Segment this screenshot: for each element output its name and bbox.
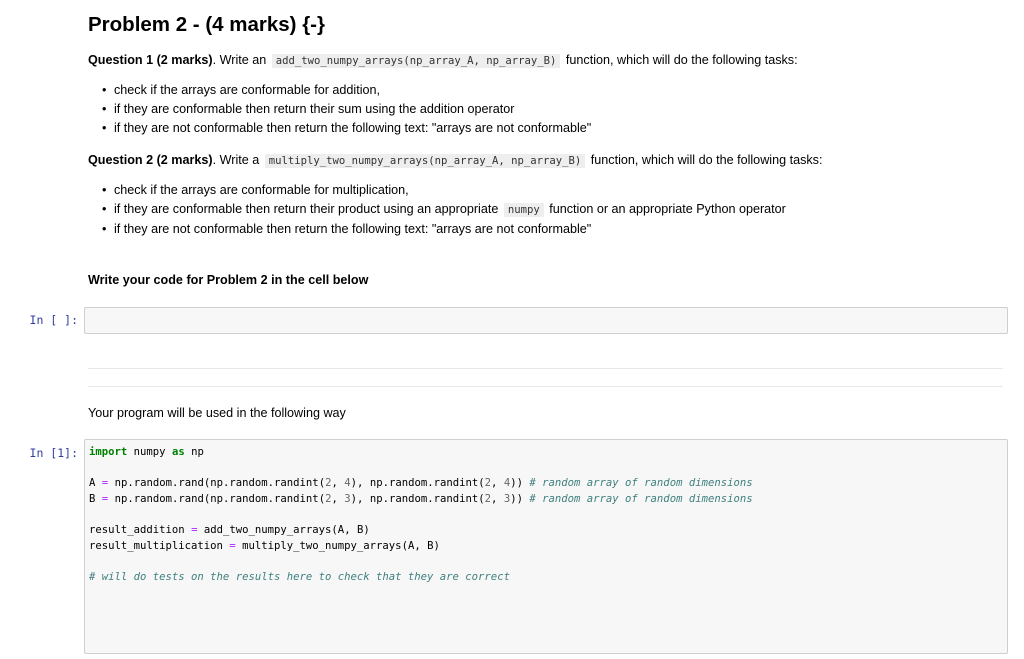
- list-item: check if the arrays are conformable for …: [102, 181, 786, 200]
- list-item-text-before: if they are conformable then return thei…: [114, 202, 499, 216]
- divider: [88, 368, 1003, 369]
- write-code-heading: Write your code for Problem 2 in the cel…: [88, 273, 369, 287]
- code-operator: =: [229, 539, 236, 552]
- code-line: B = np.random.rand(np.random.randint(2, …: [89, 492, 753, 505]
- code-line: result_multiplication = multiply_two_num…: [89, 539, 440, 552]
- question-2-text: Question 2 (2 marks). Write a multiply_t…: [88, 152, 822, 169]
- empty-cell-editor[interactable]: [85, 308, 1007, 318]
- code-keyword: import: [89, 446, 128, 458]
- code-comment: # random array of random dimensions: [529, 492, 753, 505]
- divider: [88, 386, 1003, 387]
- code-number: 3: [344, 492, 351, 505]
- code-cell[interactable]: import numpy as np A = np.random.rand(np…: [84, 439, 1008, 654]
- code-number: 4: [344, 477, 351, 490]
- question-1-intro: . Write an: [212, 53, 267, 67]
- code-line: import numpy as np: [89, 446, 204, 458]
- code-comment: # will do tests on the results here to c…: [89, 570, 510, 583]
- code-operator: =: [191, 523, 198, 536]
- code-line: A = np.random.rand(np.random.randint(2, …: [89, 477, 753, 490]
- list-item: if they are not conformable then return …: [102, 119, 591, 138]
- question-2-task-list: check if the arrays are conformable for …: [100, 181, 786, 239]
- question-2-intro: . Write a: [212, 153, 260, 167]
- empty-code-cell[interactable]: [84, 307, 1008, 334]
- code-number: 2: [484, 477, 492, 490]
- question-2-function-code: multiply_two_numpy_arrays(np_array_A, np…: [264, 154, 586, 168]
- code-number: 2: [325, 492, 332, 505]
- question-2-label: Question 2 (2 marks): [88, 153, 213, 167]
- code-number: 4: [503, 477, 511, 490]
- list-item-text-after: function or an appropriate Python operat…: [549, 202, 786, 216]
- list-item: if they are conformable then return thei…: [102, 200, 786, 220]
- code-number: 2: [484, 492, 492, 505]
- question-1-text: Question 1 (2 marks). Write an add_two_n…: [88, 52, 798, 69]
- code-cell-editor[interactable]: import numpy as np A = np.random.rand(np…: [85, 440, 1007, 590]
- problem-title: Problem 2 - (4 marks) {-}: [88, 13, 325, 36]
- code-comment: # random array of random dimensions: [529, 477, 753, 490]
- empty-cell-prompt: In [ ]:: [29, 313, 78, 327]
- code-operator: =: [101, 492, 109, 505]
- list-item: if they are conformable then return thei…: [102, 100, 591, 119]
- question-2-suffix: function, which will do the following ta…: [590, 153, 823, 167]
- code-line: # will do tests on the results here to c…: [89, 571, 510, 583]
- list-item: if they are not conformable then return …: [102, 220, 786, 239]
- question-1-suffix: function, which will do the following ta…: [565, 53, 798, 67]
- list-item: check if the arrays are conformable for …: [102, 81, 591, 100]
- code-number: 3: [503, 492, 511, 505]
- code-line: result_addition = add_two_numpy_arrays(A…: [89, 523, 370, 536]
- code-operator: =: [101, 477, 109, 490]
- numpy-inline-code: numpy: [503, 203, 544, 217]
- code-cell-prompt: In [1]:: [29, 446, 78, 460]
- code-number: 2: [325, 477, 332, 490]
- usage-text: Your program will be used in the followi…: [88, 406, 346, 420]
- question-1-label: Question 1 (2 marks): [88, 53, 213, 67]
- question-1-function-code: add_two_numpy_arrays(np_array_A, np_arra…: [271, 54, 561, 68]
- question-1-task-list: check if the arrays are conformable for …: [100, 81, 591, 138]
- code-keyword: as: [171, 446, 185, 458]
